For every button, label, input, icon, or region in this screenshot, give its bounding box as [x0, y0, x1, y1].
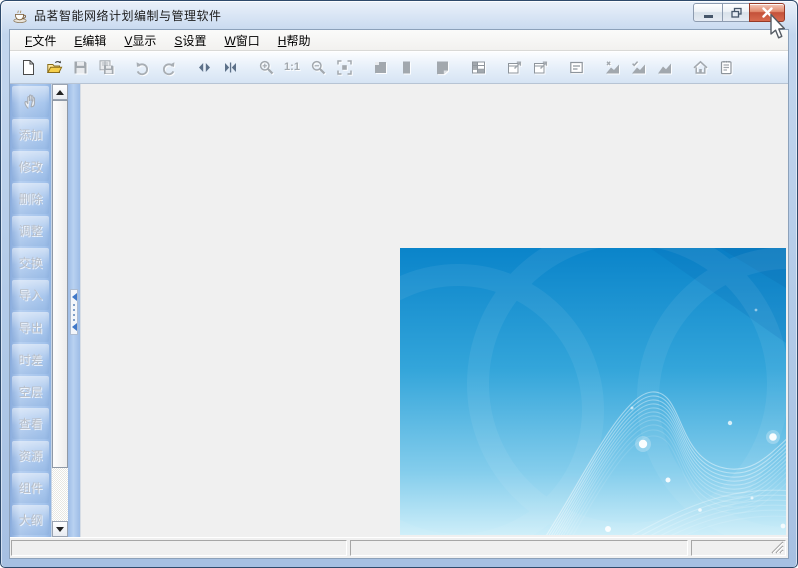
caption-buttons — [693, 3, 785, 22]
client-area: F文件 E编辑 V显示 S设置 W窗口 H帮助 1:1 添加 修改 删除 调整 … — [9, 29, 789, 559]
sidebar-item-empty-layer[interactable]: 空层 — [12, 376, 49, 407]
save-copy-icon[interactable] — [94, 55, 118, 79]
sidebar-scrollbar[interactable] — [51, 84, 68, 537]
actual-size-label: 1:1 — [284, 61, 300, 73]
sidebar-item-export[interactable]: 导出 — [12, 311, 49, 343]
menu-window[interactable]: W窗口 — [215, 30, 268, 51]
zoom-out-icon[interactable] — [306, 55, 330, 79]
menu-edit[interactable]: E编辑 — [65, 30, 115, 51]
app-window: 品茗智能网络计划编制与管理软件 F文件 E编辑 V显示 S设置 W窗口 H帮助 … — [0, 0, 798, 568]
splitter-collapse-handle[interactable] — [70, 289, 78, 335]
export-window-icon[interactable] — [502, 55, 526, 79]
sidebar-item-modify[interactable]: 修改 — [12, 151, 49, 182]
main-area: 添加 修改 删除 调整 交换 导入 导出 时差 空层 查看 资源 组件 大纲 — [10, 84, 788, 537]
restore-button[interactable] — [722, 3, 750, 22]
sidebar-item-resource[interactable]: 资源 — [12, 440, 49, 471]
menubar: F文件 E编辑 V显示 S设置 W窗口 H帮助 — [10, 30, 788, 51]
status-panel-right — [691, 540, 786, 556]
sidebar-item-delete[interactable]: 删除 — [12, 183, 49, 214]
sidebar-item-float[interactable]: 时差 — [12, 344, 49, 375]
scroll-down-button[interactable] — [52, 521, 68, 537]
fit-view-icon[interactable] — [332, 55, 356, 79]
statusbar — [10, 537, 788, 558]
minimize-icon — [703, 15, 713, 18]
restore-icon — [730, 7, 742, 18]
open-icon[interactable] — [42, 55, 66, 79]
chart-icon[interactable] — [652, 55, 676, 79]
sidebar-item-view[interactable]: 查看 — [12, 408, 49, 439]
status-panel-middle — [350, 540, 688, 556]
sidebar-item-import[interactable]: 导入 — [12, 279, 49, 310]
pan-hand-icon[interactable] — [12, 86, 49, 118]
chart-x-icon[interactable] — [600, 55, 624, 79]
redo-icon[interactable] — [156, 55, 180, 79]
menu-window-mnemonic: W — [224, 33, 236, 48]
sidebar-item-outline[interactable]: 大纲 — [12, 504, 49, 535]
scrollbar-thumb[interactable] — [52, 100, 68, 468]
minimize-button[interactable] — [693, 3, 723, 22]
menu-file[interactable]: F文件 — [16, 30, 65, 51]
collapse-left-icon — [71, 293, 77, 301]
resize-grip-icon[interactable] — [771, 541, 784, 554]
status-panel-left — [11, 540, 347, 556]
screenshot-root: 品茗智能网络计划编制与管理软件 F文件 E编辑 V显示 S设置 W窗口 H帮助 … — [0, 0, 798, 568]
scroll-up-button[interactable] — [52, 84, 68, 100]
titlebar[interactable]: 品茗智能网络计划编制与管理软件 — [2, 2, 796, 29]
triangle-down-icon — [56, 526, 64, 532]
sidebar-item-add[interactable]: 添加 — [12, 119, 49, 150]
menu-help[interactable]: H帮助 — [269, 30, 320, 51]
page-curl-icon[interactable] — [430, 55, 454, 79]
new-icon[interactable] — [16, 55, 40, 79]
menu-view[interactable]: V显示 — [115, 30, 165, 51]
scrollbar-track[interactable] — [52, 468, 68, 521]
splitter-dots — [73, 303, 75, 321]
triangle-up-icon — [56, 89, 64, 95]
export-window-alt-icon[interactable] — [528, 55, 552, 79]
save-icon[interactable] — [68, 55, 92, 79]
menu-view-label: 显示 — [132, 33, 157, 48]
pane-splitter[interactable] — [68, 84, 80, 537]
grid-table-icon[interactable] — [466, 55, 490, 79]
home-icon[interactable] — [688, 55, 712, 79]
blue-wave-wallpaper — [400, 248, 786, 535]
menu-help-label: 帮助 — [286, 33, 311, 48]
sidebar-item-component[interactable]: 组件 — [12, 472, 49, 503]
menu-settings-label: 设置 — [182, 33, 207, 48]
sidebar-item-swap[interactable]: 交换 — [12, 247, 49, 278]
document-canvas[interactable] — [80, 84, 788, 537]
undo-icon[interactable] — [130, 55, 154, 79]
close-button[interactable] — [749, 3, 785, 22]
report-icon[interactable] — [714, 55, 738, 79]
sidebar-item-adjust[interactable]: 调整 — [12, 215, 49, 246]
collapse-left-icon-2 — [71, 323, 77, 331]
tool-sidebar: 添加 修改 删除 调整 交换 导入 导出 时差 空层 查看 资源 组件 大纲 — [10, 84, 51, 537]
chart-check-icon[interactable] — [626, 55, 650, 79]
split-expand-icon[interactable] — [192, 55, 216, 79]
menu-edit-label: 编辑 — [82, 33, 107, 48]
menu-window-label: 窗口 — [235, 33, 260, 48]
menu-file-label: 文件 — [32, 33, 57, 48]
node-block-icon[interactable] — [368, 55, 392, 79]
window-title: 品茗智能网络计划编制与管理软件 — [34, 9, 222, 23]
split-collapse-icon[interactable] — [218, 55, 242, 79]
menu-settings[interactable]: S设置 — [165, 30, 215, 51]
bar-block-icon[interactable] — [394, 55, 418, 79]
actual-size-icon[interactable]: 1:1 — [280, 55, 304, 79]
doc-lines-icon[interactable] — [564, 55, 588, 79]
hand-glyph — [23, 94, 35, 109]
toolbar: 1:1 — [10, 51, 788, 84]
teacup-icon — [13, 9, 27, 23]
zoom-in-icon[interactable] — [254, 55, 278, 79]
close-icon — [761, 7, 773, 18]
